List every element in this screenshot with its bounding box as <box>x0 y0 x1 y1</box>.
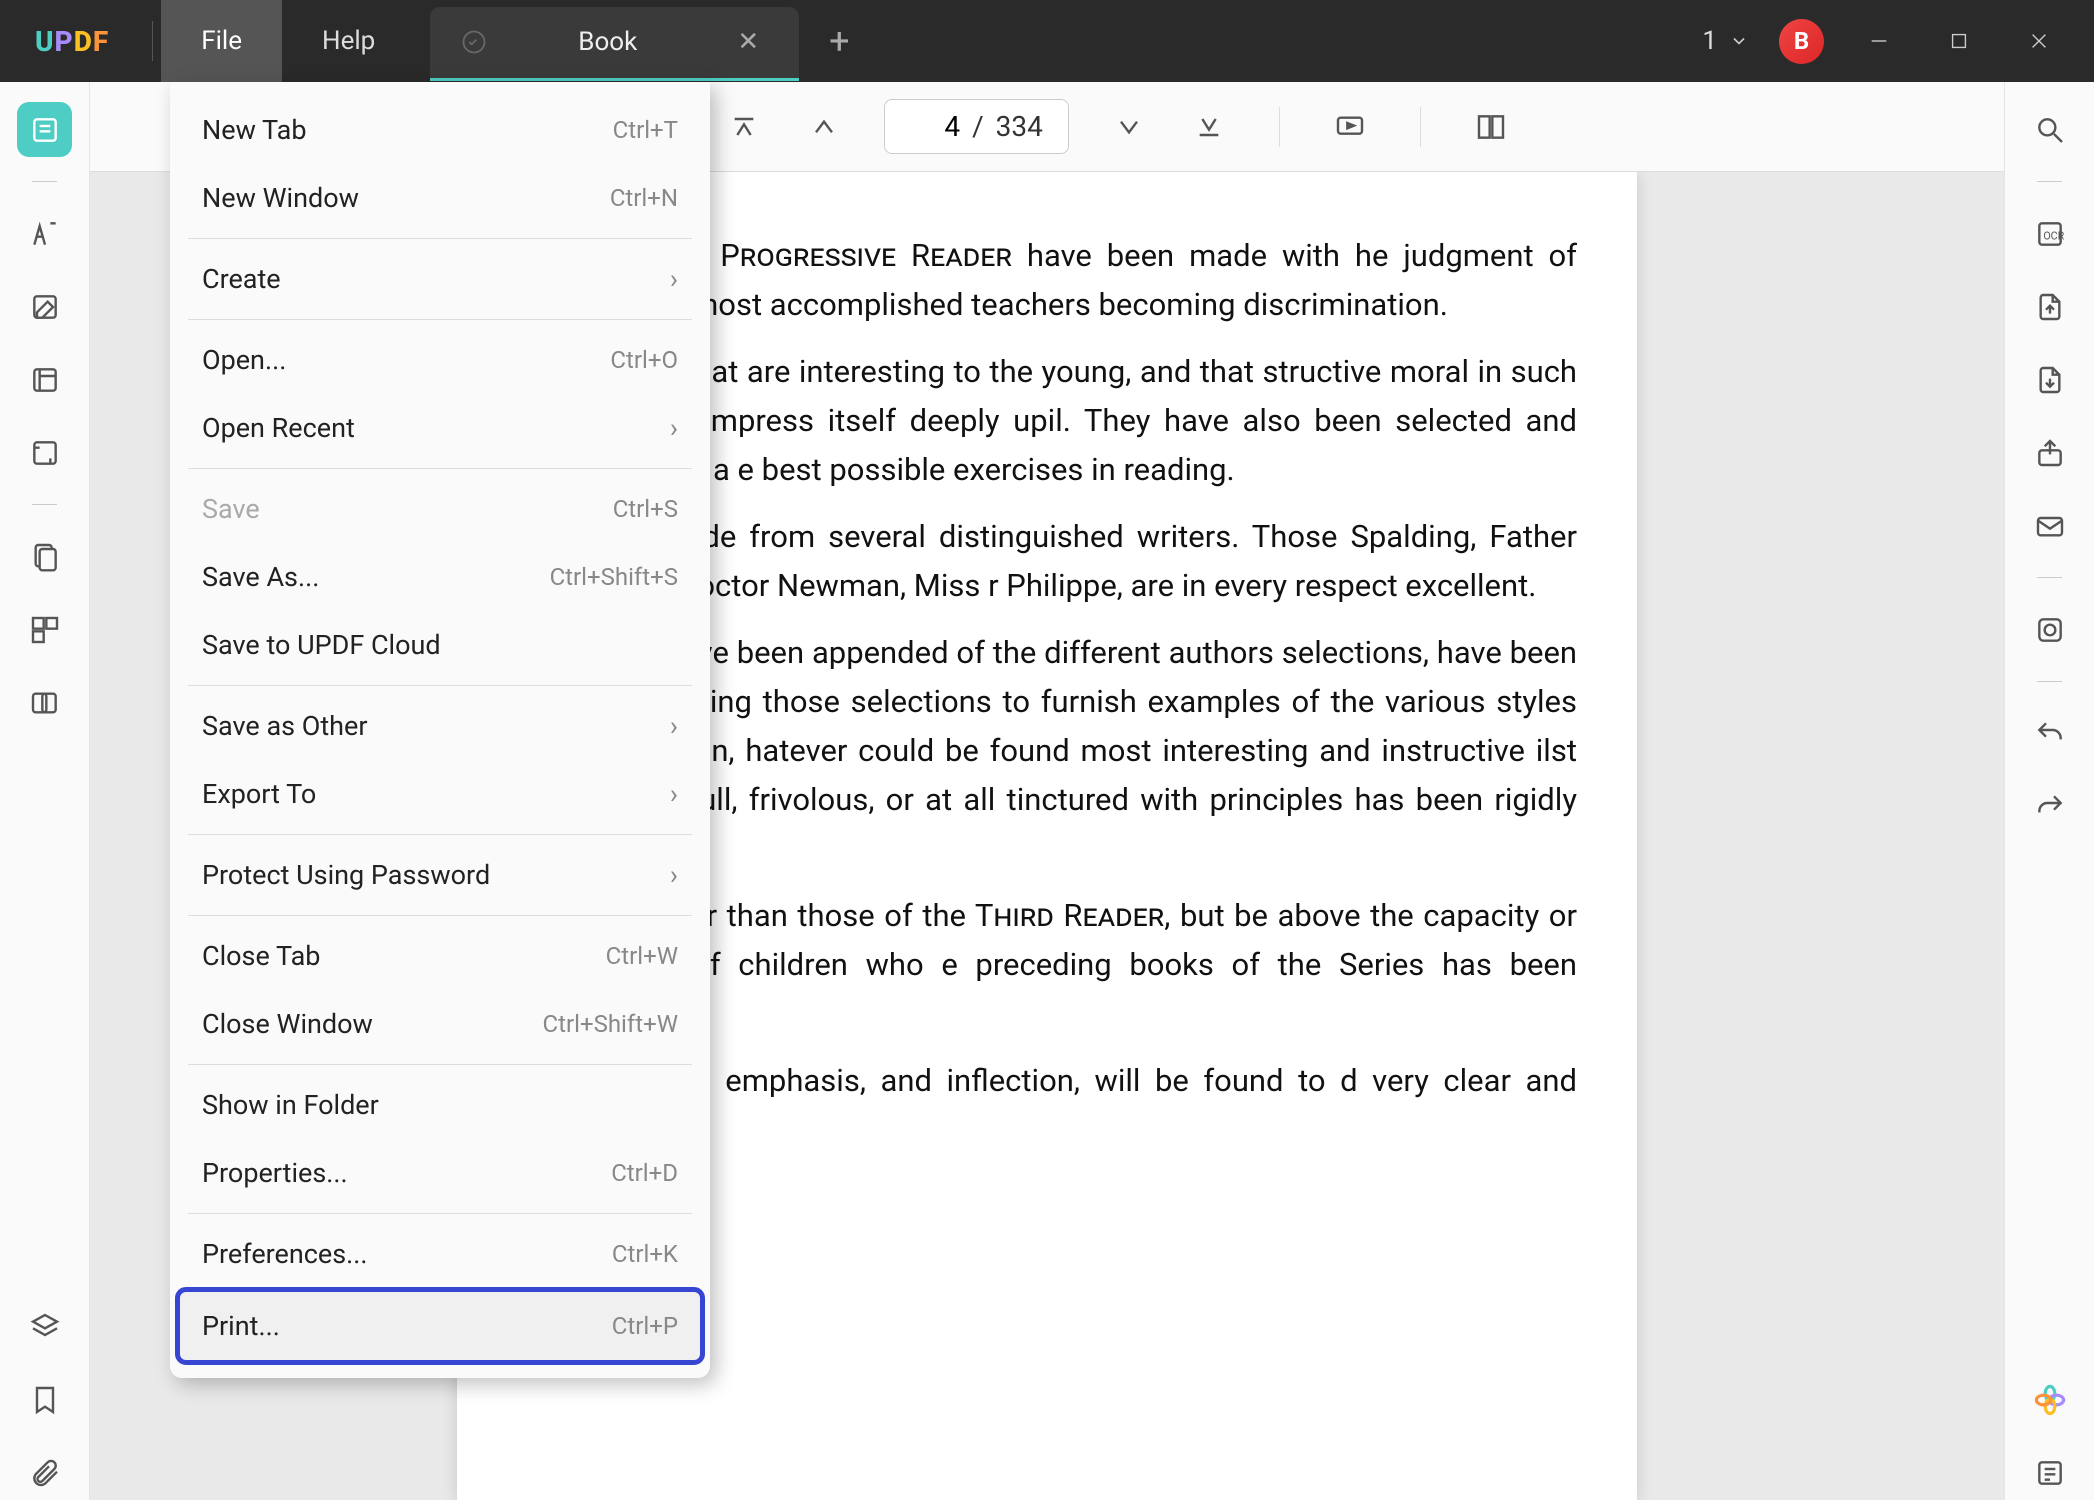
page-layout-icon[interactable] <box>1471 107 1511 147</box>
menu-close-tab[interactable]: Close TabCtrl+W <box>170 922 710 990</box>
page-tools-icon[interactable] <box>17 352 72 407</box>
undo-icon[interactable] <box>2022 706 2077 761</box>
mail-icon[interactable] <box>2022 498 2077 553</box>
notes-icon[interactable] <box>2022 1445 2077 1500</box>
divider <box>152 21 153 61</box>
menu-create[interactable]: Create› <box>170 245 710 313</box>
menu-save-cloud[interactable]: Save to UPDF Cloud <box>170 611 710 679</box>
chevron-right-icon: › <box>670 710 678 742</box>
layers-icon[interactable] <box>17 1299 72 1354</box>
body: / 334 r the Fourth Progressive Reader ha… <box>0 82 2094 1500</box>
left-sidebar <box>0 82 90 1500</box>
convert-icon[interactable] <box>2022 279 2077 334</box>
counter-dropdown[interactable]: 1 <box>1702 26 1749 56</box>
export-icon[interactable] <box>2022 352 2077 407</box>
menu-print[interactable]: Print...Ctrl+P <box>180 1292 700 1360</box>
first-page-icon[interactable] <box>724 107 764 147</box>
menu-open[interactable]: Open...Ctrl+O <box>170 326 710 394</box>
menu-preferences[interactable]: Preferences...Ctrl+K <box>170 1220 710 1288</box>
svg-text:OCR: OCR <box>2043 229 2064 242</box>
ocr-icon[interactable]: OCR <box>2022 206 2077 261</box>
menu-save-other[interactable]: Save as Other› <box>170 692 710 760</box>
batch-icon[interactable] <box>2022 602 2077 657</box>
new-tab-button[interactable]: + <box>799 20 879 62</box>
last-page-icon[interactable] <box>1189 107 1229 147</box>
organize-tool-icon[interactable] <box>17 602 72 657</box>
attachment-icon[interactable] <box>17 1445 72 1500</box>
menu-export-to[interactable]: Export To› <box>170 760 710 828</box>
form-tool-icon[interactable] <box>17 529 72 584</box>
chevron-right-icon: › <box>670 859 678 891</box>
menu-open-recent[interactable]: Open Recent› <box>170 394 710 462</box>
prev-page-icon[interactable] <box>804 107 844 147</box>
menu-save-as[interactable]: Save As...Ctrl+Shift+S <box>170 543 710 611</box>
crop-tool-icon[interactable] <box>17 425 72 480</box>
chevron-right-icon: › <box>670 263 678 295</box>
menu-new-tab[interactable]: New TabCtrl+T <box>170 96 710 164</box>
tab-bar: Book ✕ + <box>430 0 879 82</box>
menu-file[interactable]: File <box>161 0 282 82</box>
compare-tool-icon[interactable] <box>17 675 72 730</box>
share-icon[interactable] <box>2022 425 2077 480</box>
menu-save: SaveCtrl+S <box>170 475 710 543</box>
chevron-right-icon: › <box>670 778 678 810</box>
tab-title: Book <box>578 27 637 57</box>
user-avatar[interactable]: B <box>1779 19 1824 64</box>
bookmark-icon[interactable] <box>17 1372 72 1427</box>
search-icon[interactable] <box>2022 102 2077 157</box>
brand-logo: UPDF <box>0 25 144 58</box>
file-menu-dropdown: New TabCtrl+T New WindowCtrl+N Create› O… <box>170 82 710 1378</box>
titlebar-right: 1 B <box>1702 16 2094 66</box>
menu-show-folder[interactable]: Show in Folder <box>170 1071 710 1139</box>
menu-help[interactable]: Help <box>282 0 415 82</box>
right-sidebar: OCR <box>2004 82 2094 1500</box>
tab-doc-icon <box>460 28 488 56</box>
minimize-button[interactable] <box>1854 16 1904 66</box>
separator <box>32 504 57 505</box>
maximize-button[interactable] <box>1934 16 1984 66</box>
ai-assistant-icon[interactable] <box>2022 1372 2077 1427</box>
edit-text-icon[interactable] <box>17 279 72 334</box>
comment-tool-icon[interactable] <box>17 206 72 261</box>
document-tab[interactable]: Book ✕ <box>430 7 799 81</box>
titlebar: UPDF File Help Book ✕ + 1 B <box>0 0 2094 82</box>
app-window: UPDF File Help Book ✕ + 1 B <box>0 0 2094 1500</box>
menu-close-window[interactable]: Close WindowCtrl+Shift+W <box>170 990 710 1058</box>
next-page-icon[interactable] <box>1109 107 1149 147</box>
chevron-down-icon <box>1729 31 1749 51</box>
menu-properties[interactable]: Properties...Ctrl+D <box>170 1139 710 1207</box>
presentation-icon[interactable] <box>1330 107 1370 147</box>
redo-icon[interactable] <box>2022 779 2077 834</box>
close-button[interactable] <box>2014 16 2064 66</box>
page-total: 334 <box>996 110 1043 143</box>
separator <box>32 181 57 182</box>
tab-close-icon[interactable]: ✕ <box>727 27 769 57</box>
menu-new-window[interactable]: New WindowCtrl+N <box>170 164 710 232</box>
chevron-right-icon: › <box>670 412 678 444</box>
reader-mode-icon[interactable] <box>17 102 72 157</box>
menu-protect[interactable]: Protect Using Password› <box>170 841 710 909</box>
page-number-input[interactable]: / 334 <box>884 99 1069 154</box>
page-current-field[interactable] <box>910 110 960 143</box>
